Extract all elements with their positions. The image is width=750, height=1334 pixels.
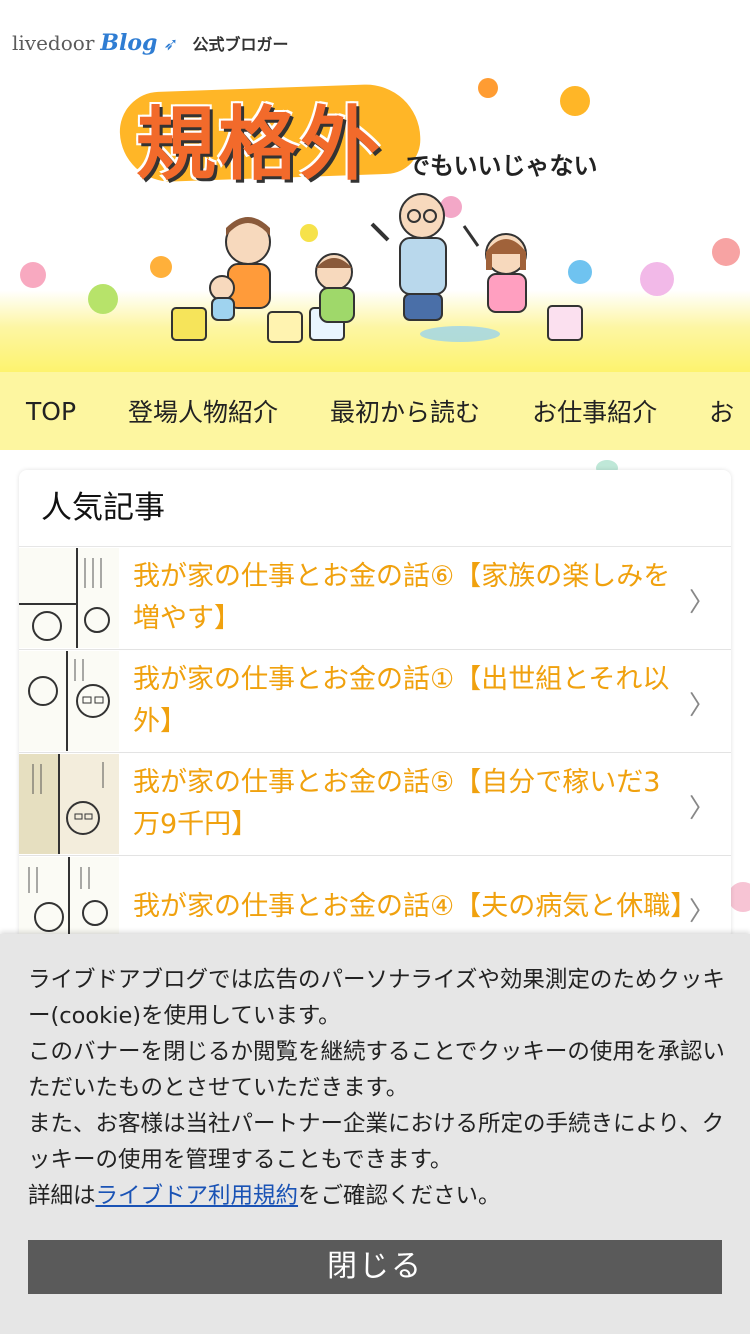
chevron-right-icon: 〉 [688, 691, 715, 721]
cookie-message-line: また、お客様は当社パートナー企業における所定の手続きにより、クッキーの使用を管理… [28, 1111, 725, 1173]
article-list-item[interactable]: 我が家の仕事とお金の話⑤【自分で稼いだ3万9千円】 〉 [19, 753, 731, 856]
article-thumbnail [19, 857, 119, 940]
nav-item-more[interactable]: お [683, 393, 750, 429]
confetti-decoration [88, 284, 118, 314]
article-title[interactable]: 我が家の仕事とお金の話⑥【家族の楽しみを増やす】 [119, 556, 731, 640]
article-title[interactable]: 我が家の仕事とお金の話④【夫の病気と休職】 [119, 886, 731, 928]
confetti-decoration [712, 238, 740, 266]
confetti-decoration [640, 262, 674, 296]
cookie-consent-banner: ライブドアブログでは広告のパーソナライズや効果測定のためクッキー(cookie)… [0, 934, 750, 1334]
official-blogger-label: 公式ブロガー [192, 35, 289, 54]
blog-wordmark: Blog [100, 30, 158, 56]
article-list-item[interactable]: 我が家の仕事とお金の話⑥【家族の楽しみを増やす】 〉 [19, 547, 731, 650]
cookie-message-line: ライブドアブログでは広告のパーソナライズや効果測定のためクッキー(cookie)… [28, 967, 725, 1029]
chevron-right-icon: 〉 [688, 588, 715, 618]
chevron-right-icon: 〉 [688, 897, 715, 927]
livedoor-blog-brand[interactable]: livedoor Blog ➶ 公式ブロガー [12, 30, 289, 56]
nav-item-read-from-start[interactable]: 最初から読む [304, 393, 506, 429]
popular-articles-heading: 人気記事 [19, 470, 731, 547]
confetti-decoration [560, 86, 590, 116]
blog-logo-title[interactable]: 規格外 [136, 80, 382, 196]
cookie-message: ライブドアブログでは広告のパーソナライズや効果測定のためクッキー(cookie)… [28, 962, 728, 1214]
page-root: livedoor Blog ➶ 公式ブロガー 規格外 でもいいじゃない TOP … [0, 0, 750, 1334]
article-thumbnail [19, 651, 119, 751]
cookie-detail-prefix: 詳細は [28, 1183, 96, 1209]
cookie-message-line: このバナーを閉じるか閲覧を継続することでクッキーの使用を承認いただいたものとさせ… [28, 1039, 725, 1101]
article-list-item[interactable]: 我が家の仕事とお金の話①【出世組とそれ以外】 〉 [19, 650, 731, 753]
nav-item-top[interactable]: TOP [0, 397, 102, 426]
article-list-item[interactable]: 我が家の仕事とお金の話④【夫の病気と休職】 〉 [19, 856, 731, 940]
article-thumbnail [19, 548, 119, 648]
article-title[interactable]: 我が家の仕事とお金の話⑤【自分で稼いだ3万9千円】 [119, 762, 731, 846]
nav-item-work-intro[interactable]: お仕事紹介 [506, 393, 683, 429]
confetti-decoration [20, 262, 46, 288]
terms-of-use-link[interactable]: ライブドア利用規約 [96, 1183, 299, 1209]
popular-articles-widget: 人気記事 我が家の仕事とお金の話⑥【家族の楽しみを増やす】 〉 我が家の仕事とお… [19, 470, 731, 940]
global-nav: TOP 登場人物紹介 最初から読む お仕事紹介 お [0, 372, 750, 450]
article-title[interactable]: 我が家の仕事とお金の話①【出世組とそれ以外】 [119, 659, 731, 743]
blog-header: livedoor Blog ➶ 公式ブロガー 規格外 でもいいじゃない [0, 0, 750, 372]
close-button[interactable]: 閉じる [28, 1240, 722, 1294]
confetti-decoration [728, 882, 750, 912]
blog-logo-subtitle: でもいいじゃない [406, 152, 598, 180]
cookie-detail-line: 詳細はライブドア利用規約をご確認ください。 [28, 1178, 728, 1214]
livedoor-wordmark: livedoor [12, 31, 95, 55]
cookie-detail-suffix: をご確認ください。 [298, 1183, 501, 1209]
confetti-decoration [478, 78, 498, 98]
article-thumbnail [19, 754, 119, 854]
wing-icon: ➶ [163, 34, 179, 55]
chevron-right-icon: 〉 [688, 794, 715, 824]
nav-item-characters[interactable]: 登場人物紹介 [102, 393, 304, 429]
family-painting-illustration [171, 193, 583, 343]
